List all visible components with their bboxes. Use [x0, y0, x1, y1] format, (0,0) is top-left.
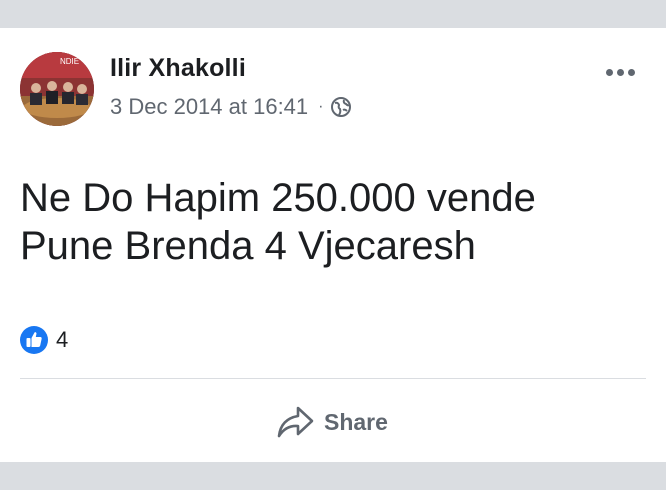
- reaction-count: 4: [56, 327, 69, 352]
- feed-separator-top: [0, 0, 666, 28]
- feed-separator-bottom: [0, 462, 666, 490]
- post-meta: 3 Dec 2014 at 16:41 ·: [110, 94, 352, 120]
- more-options-dot: [627, 68, 635, 76]
- author-name[interactable]: Ilir Xhakolli: [110, 54, 246, 83]
- post-timestamp[interactable]: 3 Dec 2014 at 16:41: [110, 94, 308, 120]
- more-options-dot: [605, 68, 613, 76]
- post-text: Ne Do Hapim 250.000 vende Pune Brenda 4 …: [20, 174, 640, 270]
- like-icon: [20, 326, 48, 354]
- avatar[interactable]: NDIE: [20, 52, 94, 126]
- share-icon: [276, 405, 314, 439]
- avatar-photo: NDIE: [20, 52, 94, 126]
- post-text-line: Pune Brenda 4 Vjecaresh: [20, 224, 476, 268]
- avatar-banner-text: NDIE: [60, 57, 79, 66]
- reactions-summary[interactable]: 4: [20, 326, 68, 354]
- share-button[interactable]: Share: [276, 402, 388, 442]
- more-options-dot: [616, 68, 624, 76]
- post-card: NDIE Ilir Xhakolli 3 Dec 2014 at 16:41 ·…: [0, 28, 666, 462]
- meta-separator: ·: [318, 98, 324, 115]
- more-options-button[interactable]: [600, 62, 640, 82]
- globe-icon[interactable]: [331, 97, 352, 117]
- post-text-line: Ne Do Hapim 250.000 vende: [20, 176, 536, 220]
- share-label: Share: [324, 408, 388, 435]
- divider: [20, 378, 646, 379]
